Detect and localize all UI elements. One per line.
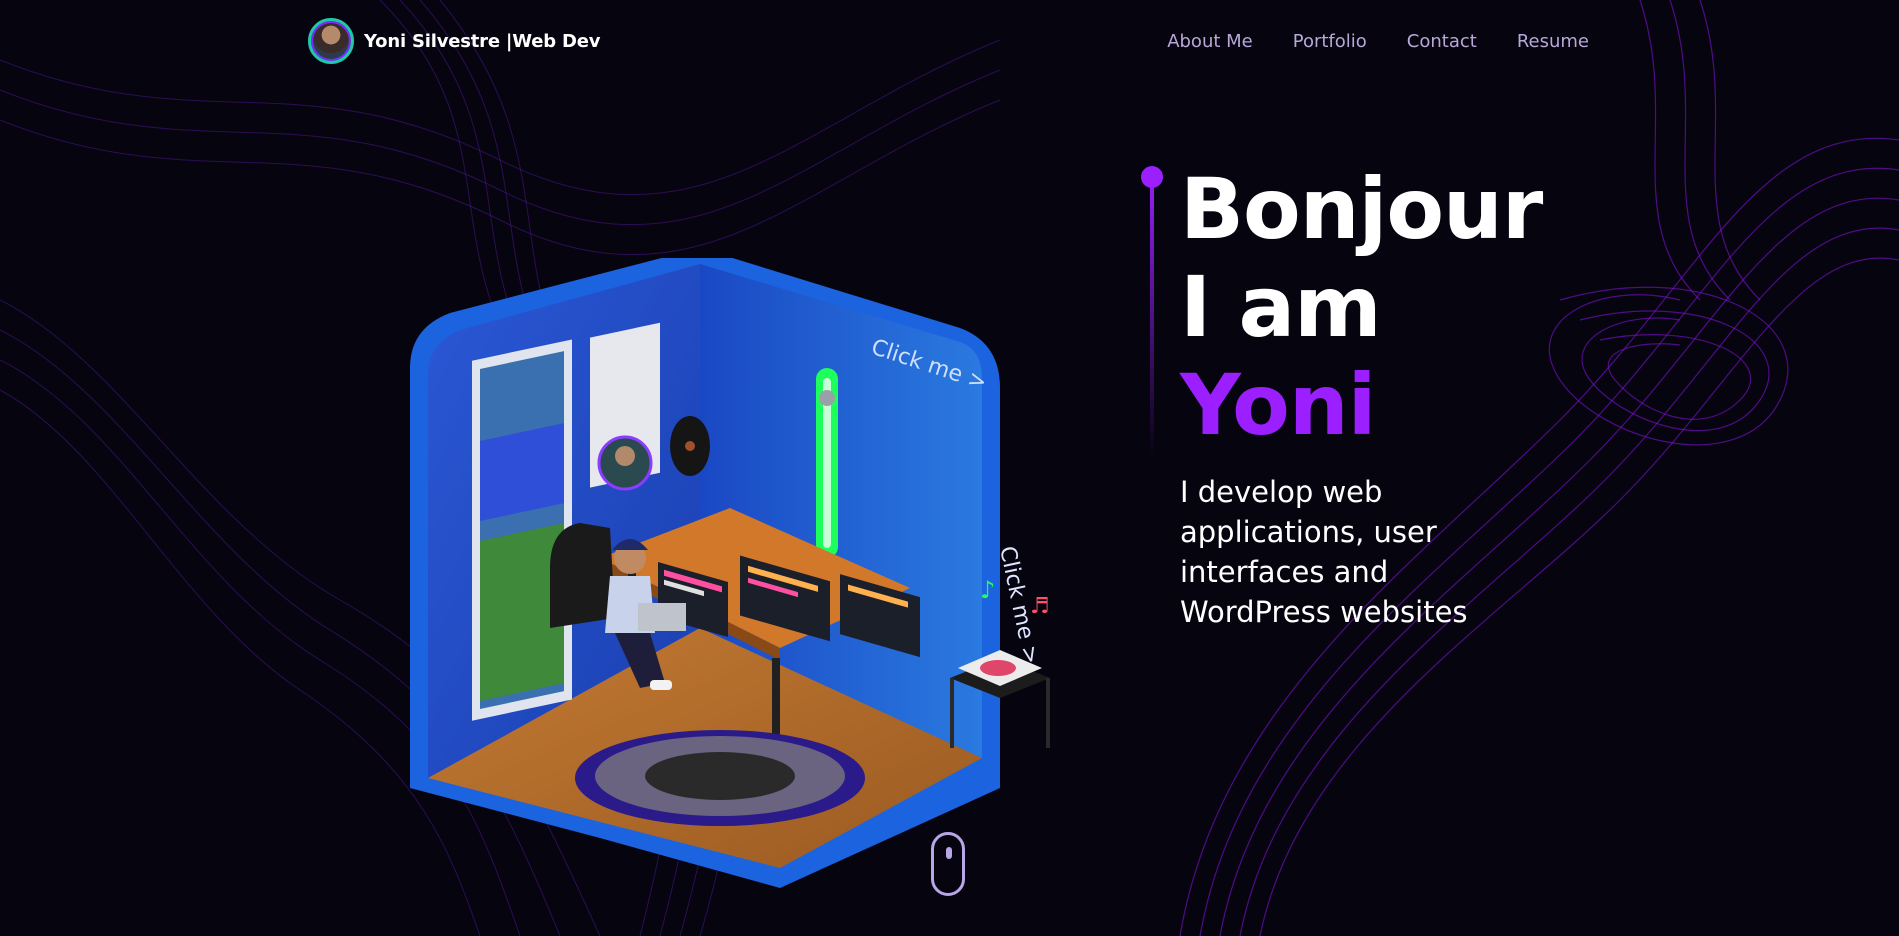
brand[interactable]: Yoni Silvestre |Web Dev [308,18,601,64]
main-nav: About Me Portfolio Contact Resume [1167,31,1589,52]
music-note-icon: ♪ [980,576,995,604]
music-note-icon-2: ♬ [1030,594,1050,619]
brand-name: Yoni Silvestre |Web Dev [364,30,601,52]
nav-contact[interactable]: Contact [1407,31,1477,52]
nav-resume[interactable]: Resume [1517,31,1589,52]
hero-accent-line [1150,168,1154,458]
room-illustration[interactable]: Click me > Click me > ♪ ♬ [400,258,1140,898]
scroll-mouse-icon[interactable] [931,832,965,896]
site-header: Yoni Silvestre |Web Dev About Me Portfol… [0,0,1899,84]
office-chair [550,523,615,628]
hero-tagline: I develop web applications, user interfa… [1180,475,1468,629]
greeting-line-2: I am [1180,258,1382,356]
scroll-wheel-icon [946,847,952,859]
hero-accent-dot [1141,166,1163,188]
avatar [308,18,354,64]
hero-text: Bonjour I am Yoni I develop web applicat… [1180,160,1543,632]
greeting-line-1: Bonjour [1180,160,1543,258]
hero-name: Yoni [1180,356,1376,454]
laptop [638,603,686,631]
nav-portfolio[interactable]: Portfolio [1293,31,1367,52]
nav-about-me[interactable]: About Me [1167,31,1253,52]
